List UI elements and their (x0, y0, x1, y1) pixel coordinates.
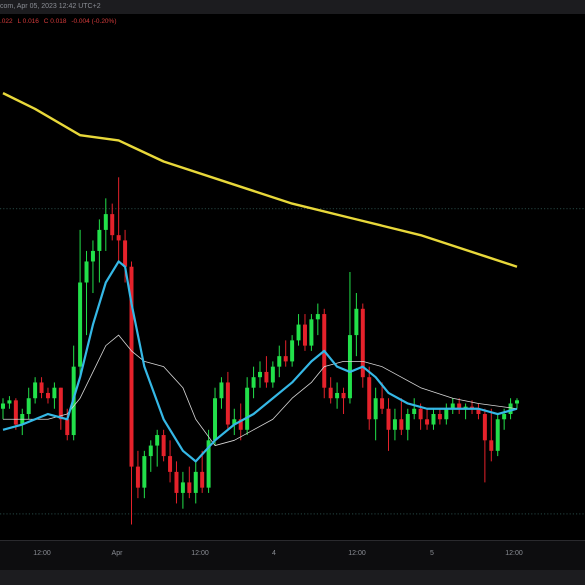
candle-body (431, 414, 436, 425)
candle-body (65, 419, 70, 436)
candle-body (116, 235, 121, 241)
candle-body (495, 419, 500, 451)
candle-body (78, 282, 83, 367)
ohlc-close: C 0.018 (43, 18, 67, 25)
candle-body (502, 414, 507, 420)
candle-body (155, 435, 160, 446)
time-axis[interactable]: 12:00 Apr 12:00 4 12:00 5 12:00 (0, 540, 585, 571)
candle-body (180, 482, 185, 493)
candle-body (425, 419, 430, 425)
candle-body (309, 319, 314, 346)
candle (309, 314, 314, 351)
candle-body (26, 398, 31, 415)
candle-body (412, 408, 417, 415)
x-tick-label: 12:00 (33, 550, 51, 557)
candle-body (1, 403, 5, 409)
candle-body (405, 414, 410, 430)
candle-body (7, 400, 12, 404)
candle-body (52, 387, 57, 399)
candle-body (110, 214, 115, 236)
ohlc-open: .022 (0, 18, 13, 25)
candle-body (187, 482, 192, 493)
candlestick-chart (0, 0, 585, 540)
candle-body (161, 435, 166, 457)
candle-body (225, 382, 230, 425)
candle-body (399, 419, 404, 430)
candle-body (45, 392, 50, 399)
candle-body (245, 387, 250, 430)
ohlc-change: -0.004 (-0.20%) (71, 18, 117, 25)
candle-body (341, 392, 346, 399)
candle-body (200, 471, 205, 488)
candle-body (33, 382, 38, 399)
candle-body (392, 419, 397, 430)
candle-body (380, 398, 385, 409)
candle-body (264, 371, 269, 383)
candle-body (328, 387, 333, 399)
candle-body (103, 214, 108, 230)
chart-header: com, Apr 05, 2023 12:42 UTC+2 (0, 0, 585, 14)
candle-body (251, 377, 256, 388)
candle-body (508, 403, 513, 415)
candle-body (482, 414, 487, 441)
candle-body (302, 324, 307, 346)
x-tick-label: 12:00 (191, 550, 209, 557)
candle-body (270, 366, 275, 383)
symbol-source-text: com, Apr 05, 2023 12:42 UTC+2 (0, 3, 101, 10)
candle-body (142, 456, 147, 488)
candle-body (277, 356, 282, 367)
candle-body (386, 408, 391, 430)
candle-body (489, 440, 494, 451)
candle-body (58, 387, 63, 420)
candle-body (148, 445, 153, 457)
x-tick-label: 5 (430, 550, 434, 557)
candle-body (213, 398, 218, 441)
candle-body (437, 414, 442, 420)
candle-body (315, 314, 320, 320)
x-tick-label: 4 (272, 550, 276, 557)
candle-body (354, 308, 359, 336)
candle-body (347, 335, 352, 399)
candle-body (219, 382, 224, 399)
ohlc-low: L 0.016 (17, 18, 39, 25)
ohlc-legend: .022 L 0.016 C 0.018 -0.004 (-0.20%) (0, 18, 120, 25)
candle-body (39, 382, 44, 393)
candle-body (84, 261, 89, 283)
candle (495, 414, 500, 457)
candle-body (373, 398, 378, 420)
x-tick-label: Apr (111, 550, 123, 557)
candle-body (97, 229, 102, 251)
candle-body (367, 377, 372, 420)
candle-body (123, 240, 128, 267)
candle-body (168, 456, 173, 472)
candle-body (335, 392, 340, 399)
candle-body (258, 371, 262, 378)
candle-body (515, 400, 519, 404)
candle-body (174, 471, 179, 493)
x-tick-label: 12:00 (348, 550, 366, 557)
x-tick-label: 12:00 (505, 550, 523, 557)
candle-body (90, 250, 95, 262)
bottom-toolbar (0, 570, 585, 585)
candle-body (444, 408, 449, 420)
candle-body (193, 471, 198, 493)
candle-body (290, 340, 295, 362)
candle-body (283, 356, 288, 362)
price-chart[interactable] (0, 0, 585, 540)
candle-body (13, 400, 18, 425)
candle-body (418, 408, 423, 420)
candle-body (135, 466, 140, 488)
candle (360, 303, 365, 388)
candle-body (296, 324, 301, 341)
